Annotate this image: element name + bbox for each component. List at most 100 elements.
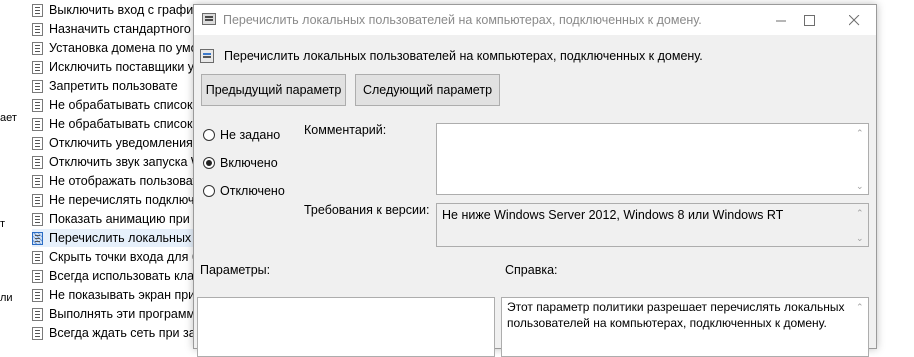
policy-list-item-label: Выключить вход с графич [49,3,200,17]
close-icon [848,14,859,25]
chevron-up-icon[interactable]: ⌃ [856,129,864,138]
policy-list-item-label: Выполнять эти программ [49,307,196,321]
radio-not-configured[interactable]: Не задано [203,128,280,142]
radio-circle[interactable] [203,157,215,169]
policy-list-item[interactable]: Запретить пользовате [32,77,202,95]
policy-list-item-label: Показать анимацию при п [49,212,200,226]
policy-list-item-label: Всегда ждать сеть при запу [49,326,202,340]
policy-list-item[interactable]: Показать анимацию при п [32,210,202,228]
policy-settings-dialog: Перечислить локальных пользователей на к… [193,4,877,357]
policy-list-item-label: Установка домена по умол [49,41,202,55]
chevron-down-icon[interactable]: ⌄ [856,182,864,191]
policy-list-item[interactable]: Не обрабатывать список с [32,115,202,133]
version-label: Требования к версии: [304,203,430,217]
policy-setting-icon [32,288,43,302]
policy-list-item[interactable]: Назначить стандартного п [32,20,202,38]
policy-list-item[interactable]: Отключить уведомления [32,134,202,152]
minimize-icon [775,20,786,21]
policy-list-item[interactable]: Не перечислять подключ [32,191,202,209]
policy-setting-icon [32,79,43,93]
side-label: ли [0,292,13,304]
policy-list-item-label: Не обрабатывать список з [49,98,202,112]
policy-setting-icon [32,174,43,188]
version-value: Не ниже Windows Server 2012, Windows 8 и… [442,208,784,222]
policy-list-item-label: Не обрабатывать список с [49,117,202,131]
options-panel[interactable] [197,297,495,357]
policy-list-item[interactable]: Выполнять эти программ [32,305,202,323]
policy-header: Перечислить локальных пользователей на к… [200,49,703,63]
policy-list-item[interactable]: Выключить вход с графич [32,1,202,19]
policy-list-item-label: Не показывать экран прив [49,288,202,302]
policy-list-item-label: Перечислить локальных п [49,231,202,245]
policy-icon [200,49,214,63]
chevron-down-icon[interactable]: ⌄ [856,234,864,243]
policy-name: Перечислить локальных пользователей на к… [224,49,703,63]
policy-setting-icon [32,117,43,131]
version-scrollbar[interactable]: ⌃ ⌄ [852,204,868,246]
radio-disabled[interactable]: Отключено [203,184,285,198]
policy-list-item[interactable]: Скрыть точки входа для б [32,248,202,266]
radio-circle[interactable] [203,129,215,141]
policy-list-item[interactable]: Отключить звук запуска W [32,153,202,171]
policy-setting-icon [32,231,43,245]
policy-list-item[interactable]: Не обрабатывать список з [32,96,202,114]
side-label: ает [0,112,17,124]
policy-setting-icon [32,212,43,226]
policy-setting-icon [32,250,43,264]
policy-list-item[interactable]: Перечислить локальных п [32,229,202,247]
policy-setting-icon [32,98,43,112]
help-scrollbar[interactable]: ⌃ [852,298,868,356]
policy-list-item-label: Отключить звук запуска W [49,155,202,169]
maximize-icon[interactable] [786,5,832,35]
side-label: т [0,218,6,230]
next-setting-button[interactable]: Следующий параметр [355,74,500,106]
help-panel[interactable]: Этот параметр политики разрешает перечис… [501,297,869,357]
radio-label: Включено [220,156,278,170]
policy-list-item-label: Всегда использовать класс [49,269,202,283]
maximize-icon [803,14,815,26]
policy-setting-icon [32,269,43,283]
policy-list-item-label: Не отображать пользовате [49,174,202,188]
version-field: Не ниже Windows Server 2012, Windows 8 и… [436,203,869,247]
policy-setting-icon [32,326,43,340]
help-label: Справка: [505,263,558,277]
radio-circle[interactable] [203,185,215,197]
comment-label: Комментарий: [304,123,387,137]
policy-list-item[interactable]: Установка домена по умол [32,39,202,57]
policy-list-item-label: Отключить уведомления [49,136,193,150]
radio-label: Отключено [220,184,285,198]
policy-list-item[interactable]: Всегда ждать сеть при запу [32,324,202,342]
policy-list-item[interactable]: Не отображать пользовате [32,172,202,190]
policy-setting-icon [32,136,43,150]
policy-list-item-label: Назначить стандартного п [49,22,202,36]
radio-label: Не задано [220,128,281,142]
radio-enabled[interactable]: Включено [203,156,278,170]
policy-list-item-label: Не перечислять подключ [49,193,195,207]
policy-setting-icon [32,3,43,17]
policy-setting-icon [32,307,43,321]
policy-list-item[interactable]: Всегда использовать класс [32,267,202,285]
policy-setting-icon [32,60,43,74]
title-bar[interactable]: Перечислить локальных пользователей на к… [194,5,876,35]
policy-list-item[interactable]: Исключить поставщики у [32,58,202,76]
window-title: Перечислить локальных пользователей на к… [223,13,702,27]
policy-list-item-label: Исключить поставщики у [49,60,195,74]
policy-setting-icon [32,22,43,36]
chevron-up-icon[interactable]: ⌃ [856,209,864,218]
policy-setting-icon [32,155,43,169]
policy-list-item-label: Скрыть точки входа для б [49,250,199,264]
comment-scrollbar[interactable]: ⌃ ⌄ [852,124,868,194]
policy-setting-icon [32,193,43,207]
policy-setting-icon [32,41,43,55]
options-label: Параметры: [200,263,271,277]
policy-list-item[interactable]: Не показывать экран прив [32,286,202,304]
policy-list-item-label: Запретить пользовате [49,79,178,93]
previous-setting-label: Предыдущий параметр [205,83,342,97]
help-text: Этот параметр политики разрешает перечис… [507,300,845,330]
close-icon[interactable] [831,5,877,35]
previous-setting-button[interactable]: Предыдущий параметр [201,74,346,106]
chevron-up-icon[interactable]: ⌃ [856,303,864,312]
policy-list: ает т ли Выключить вход с графич Назначит… [0,0,202,342]
policy-icon [202,13,216,25]
comment-textarea[interactable]: ⌃ ⌄ [436,123,869,195]
